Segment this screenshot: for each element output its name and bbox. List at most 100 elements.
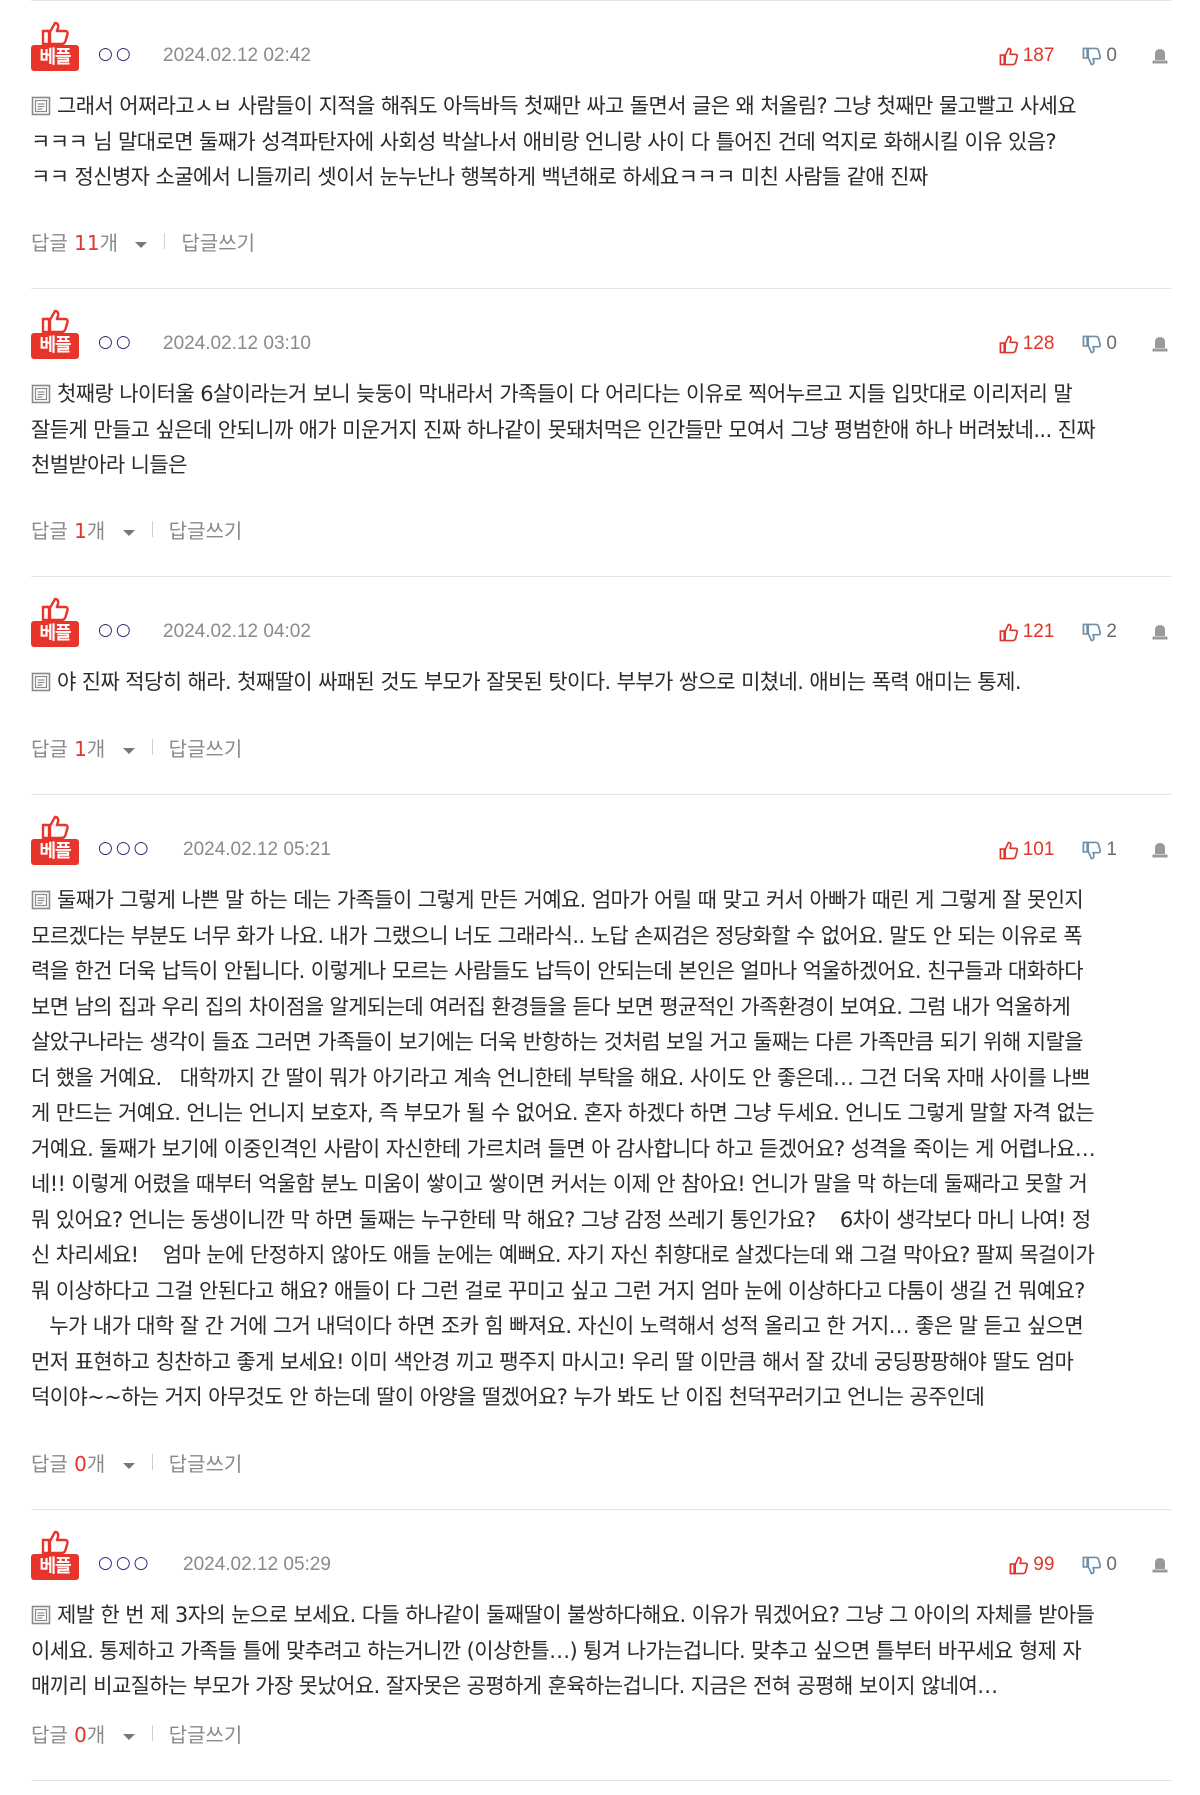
comment-line: 거예요. 둘째가 보기에 이중인격인 사람이 자신한테 가르치려 들면 아 감사… [31, 1132, 1169, 1168]
caret-down-icon [122, 1733, 135, 1740]
upvote-button[interactable]: 99 [1009, 1552, 1054, 1578]
best-comment-label: 베플 [31, 1554, 79, 1580]
footer-divider [164, 233, 166, 249]
write-reply-link[interactable]: 답글쓰기 [169, 515, 243, 544]
reply-unit: 개 [86, 736, 106, 761]
comment-list: 베플 ○○ 2024.02.12 02:42 187 0 그래서 어쩌라고ㅅㅂ … [0, 0, 1200, 1781]
upvote-button[interactable]: 187 [999, 43, 1055, 69]
comment-footer: 답글 11개 답글쓰기 [31, 219, 255, 263]
caret-down-icon [122, 1462, 135, 1469]
downvote-button[interactable]: 0 [1082, 43, 1117, 69]
document-icon [31, 1605, 51, 1625]
downvote-count: 0 [1106, 45, 1117, 66]
write-reply-link[interactable]: 답글쓰기 [169, 1448, 243, 1477]
best-comment-badge: 베플 [31, 597, 79, 647]
reply-toggle[interactable]: 답글 11개 [31, 227, 148, 256]
comment-text: 뭐 이상하다고 그걸 안된다고 해요? 애들이 다 그런 걸로 꾸미고 싶고 그… [31, 1278, 1085, 1303]
commenter-nickname[interactable]: ○○ [98, 44, 134, 64]
reply-count: 0 [74, 1722, 87, 1747]
report-button[interactable] [1151, 837, 1169, 863]
footer-divider [151, 1454, 153, 1470]
comment-text: 둘째가 그렇게 나쁜 말 하는 데는 가족들이 그렇게 만든 거예요. 엄마가 … [57, 888, 1084, 912]
comment-line: 매끼리 비교질하는 부모가 가장 못났어요. 잘자못은 공평하게 훈육하는겁니다… [31, 1669, 1169, 1705]
footer-divider [151, 521, 153, 537]
vote-controls: 99 0 [1009, 1552, 1169, 1578]
commenter-nickname[interactable]: ○○ [98, 332, 134, 352]
comment-line: 누가 내가 대학 잘 간 거에 그거 내덕이다 하면 조카 힘 빠져요. 자신이… [31, 1309, 1169, 1345]
comment-line: 먼저 표현하고 칭찬하고 좋게 보세요! 이미 색안경 끼고 팽주지 마시고! … [31, 1345, 1169, 1381]
write-reply-link[interactable]: 답글쓰기 [169, 1719, 243, 1748]
commenter-nickname[interactable]: ○○○ [98, 838, 152, 858]
comment-text: 거예요. 둘째가 보기에 이중인격인 사람이 자신한테 가르치려 들면 아 감사… [31, 1136, 1096, 1161]
report-button[interactable] [1151, 43, 1169, 69]
downvote-button[interactable]: 1 [1082, 837, 1117, 863]
write-reply-link[interactable]: 답글쓰기 [181, 227, 255, 256]
report-button[interactable] [1151, 1552, 1169, 1578]
report-button[interactable] [1151, 331, 1169, 357]
thumbs-up-icon [999, 335, 1018, 353]
thumbs-down-icon [1082, 47, 1102, 65]
comment-timestamp: 2024.02.12 02:42 [163, 45, 311, 66]
comment-divider [31, 1780, 1171, 1781]
thumbs-up-icon [1009, 1556, 1029, 1574]
comment-text: 신 차리세요! 엄마 눈에 단정하지 않아도 애들 눈에는 예뻐요. 자기 자신… [31, 1243, 1095, 1267]
comment-line: ㅋㅋㅋ 님 말대로면 둘째가 성격파탄자에 사회성 박살나서 애비랑 언니랑 사… [31, 125, 1169, 161]
document-icon [31, 96, 51, 116]
comment-line: 잘듣게 만들고 싶은데 안되니까 애가 미운거지 진짜 하나같이 못돼처먹은 인… [31, 413, 1169, 449]
thumbs-up-icon [41, 309, 69, 333]
comment-line: 신 차리세요! 엄마 눈에 단정하지 않아도 애들 눈에는 예뻐요. 자기 자신… [31, 1238, 1169, 1274]
comment-header: 베플 ○○ 2024.02.12 02:42 187 0 [31, 1, 1169, 81]
comment-body: 첫째랑 나이터울 6살이라는거 보니 늦둥이 막내라서 가족들이 다 어리다는 … [31, 369, 1169, 484]
comments-container: 베플 ○○ 2024.02.12 02:42 187 0 그래서 어쩌라고ㅅㅂ … [0, 1, 1200, 1781]
footer-divider [151, 739, 153, 755]
report-icon [1152, 1558, 1168, 1573]
commenter-nickname[interactable]: ○○○ [98, 1553, 152, 1573]
upvote-button[interactable]: 121 [999, 619, 1054, 645]
thumbs-down-icon [1082, 623, 1102, 641]
comment-body: 그래서 어쩌라고ㅅㅂ 사람들이 지적을 해줘도 아득바득 첫째만 싸고 돌면서 … [31, 81, 1169, 196]
upvote-button[interactable]: 128 [999, 331, 1055, 357]
comment-text: 살았구나라는 생각이 들죠 그러면 가족들이 보기에는 더욱 반항하는 것처럼 … [31, 1030, 1084, 1054]
reply-toggle[interactable]: 답글 1개 [31, 733, 136, 762]
comment-text: ㅋㅋㅋ 님 말대로면 둘째가 성격파탄자에 사회성 박살나서 애비랑 언니랑 사… [31, 129, 1057, 154]
reply-unit: 개 [86, 1451, 106, 1476]
best-comment-badge: 베플 [31, 21, 79, 71]
upvote-count: 128 [1022, 333, 1055, 354]
downvote-count: 0 [1106, 333, 1117, 354]
report-icon [1152, 625, 1168, 640]
best-comment-label: 베플 [31, 621, 79, 647]
comment-item: 베플 ○○○ 2024.02.12 05:29 99 0 제발 한 번 제 3자… [0, 1510, 1200, 1781]
thumbs-up-icon [41, 815, 69, 839]
report-icon [1152, 49, 1168, 64]
comment-line: 네!! 이렇게 어렸을 때부터 억울함 분노 미움이 쌓이고 쌓이면 커서는 이… [31, 1167, 1169, 1203]
reply-label: 답글 [31, 736, 68, 761]
comment-line: 게 만드는 거예요. 언니는 언니지 보호자, 즉 부모가 될 수 없어요. 혼… [31, 1096, 1169, 1132]
comment-text: 잘듣게 만들고 싶은데 안되니까 애가 미운거지 진짜 하나같이 못돼처먹은 인… [31, 417, 1096, 442]
report-button[interactable] [1151, 619, 1169, 645]
comment-text: 제발 한 번 제 3자의 눈으로 보세요. 다들 하나같이 둘째딸이 불쌍하다해… [57, 1603, 1095, 1627]
reply-toggle[interactable]: 답글 1개 [31, 515, 136, 544]
upvote-count: 101 [1022, 839, 1055, 860]
upvote-count: 187 [1022, 45, 1055, 66]
comment-text: 이세요. 통제하고 가족들 틀에 맞추려고 하는거니깐 (이상한틀…) 튕겨 나… [31, 1638, 1082, 1663]
upvote-button[interactable]: 101 [999, 837, 1055, 863]
comment-footer: 답글 1개 답글쓰기 [31, 725, 242, 769]
comment-footer: 답글 0개 답글쓰기 [31, 1440, 242, 1484]
downvote-count: 2 [1106, 621, 1117, 642]
caret-down-icon [122, 747, 135, 754]
comment-text: 보면 남의 집과 우리 집의 차이점을 알게되는데 여러집 환경들을 듣다 보면… [31, 994, 1071, 1019]
report-icon [1152, 337, 1168, 352]
thumbs-up-icon [41, 1530, 69, 1554]
comment-line: 뭐 있어요? 언니는 동생이니깐 막 하면 둘째는 누구한테 막 해요? 그냥 … [31, 1203, 1169, 1239]
downvote-count: 0 [1106, 1554, 1117, 1575]
reply-count: 0 [74, 1451, 87, 1476]
comment-item: 베플 ○○ 2024.02.12 03:10 128 0 첫째랑 나이터울 6살… [0, 289, 1200, 577]
write-reply-link[interactable]: 답글쓰기 [169, 733, 243, 762]
downvote-button[interactable]: 0 [1082, 331, 1117, 357]
reply-toggle[interactable]: 답글 0개 [31, 1719, 136, 1748]
downvote-button[interactable]: 2 [1082, 619, 1117, 645]
reply-toggle[interactable]: 답글 0개 [31, 1448, 136, 1477]
commenter-nickname[interactable]: ○○ [98, 620, 134, 640]
vote-controls: 187 0 [999, 43, 1169, 69]
downvote-button[interactable]: 0 [1082, 1552, 1117, 1578]
